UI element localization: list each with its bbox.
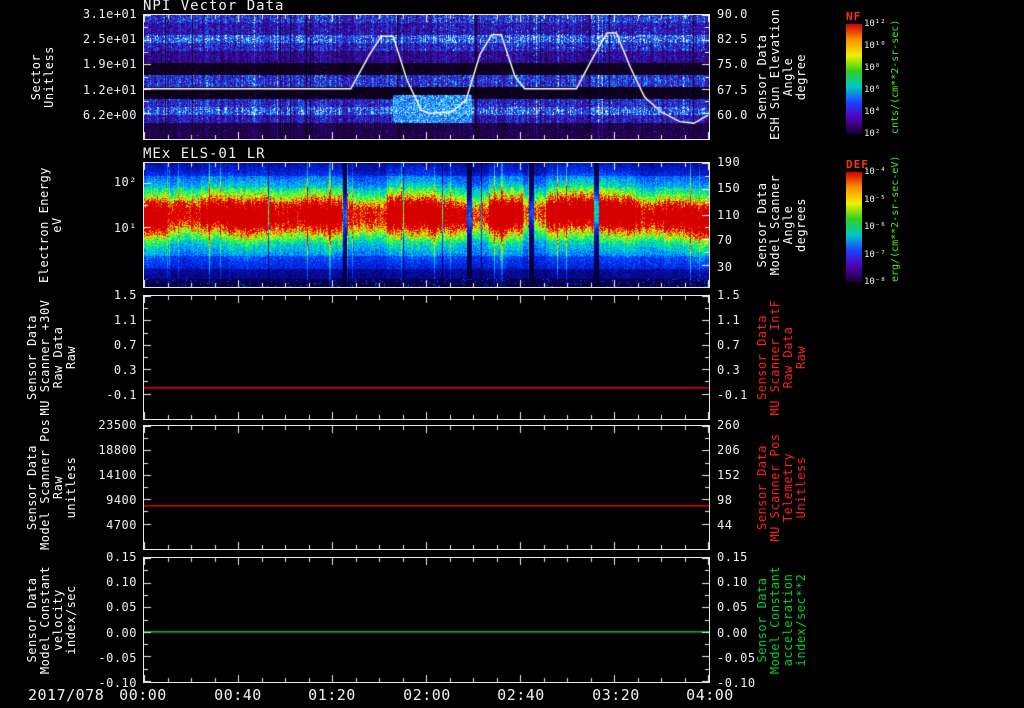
y-axis-title-right-p5: Sensor Data Model Constant acceleration ind… [755, 557, 808, 683]
colorbar-tick-label: 10⁻⁵ [864, 195, 886, 205]
y-tick-left-p3: 1.5 [113, 288, 137, 302]
colorbar-tick-label: 10¹² [864, 19, 886, 29]
y-tick-left-p3: 0.3 [113, 363, 137, 377]
figure: NPI Vector Data 3.1e+01 2.5e+01 1.9e+01 1.2e… [0, 0, 1024, 708]
y-tick-left-p5: 0.15 [106, 550, 137, 564]
y-tick-left-p4: 23500 [98, 418, 137, 432]
plot-canvas-2 [144, 163, 709, 287]
plot-canvas-5 [144, 558, 709, 682]
x-tick-label-5: 02:40 [497, 686, 545, 704]
y-tick-left-p1: 1.2e+01 [82, 83, 137, 97]
y-axis-title-right-p4: Sensor Data MU Scanner Pos Telemetry Unitle… [755, 425, 808, 550]
y-axis-title-left-p5: Sensor Data Model Constant velocity index/s… [25, 557, 78, 683]
colorbar-tick-label: 10² [864, 129, 881, 139]
x-tick-label-2: 00:40 [214, 686, 262, 704]
plot-canvas-3 [144, 296, 709, 419]
y-tick-left-p5: 0.00 [106, 626, 137, 640]
y-axis-title-left-p4-line-4: unitless [64, 456, 78, 519]
plot-area-1 [143, 14, 710, 140]
colorbar-tick-label: 10⁴ [864, 107, 881, 117]
colorbar-def [846, 172, 862, 282]
colorbar-tick-label: 10⁻⁴ [864, 167, 886, 177]
colorbar-title-nf: NF [846, 10, 862, 23]
y-tick-left-p5: 0.05 [106, 600, 137, 614]
y-tick-left-p5: -0.05 [98, 651, 137, 665]
y-tick-left-p4: 9400 [106, 493, 137, 507]
y-axis-title-right-p2-line-4: degrees [794, 197, 808, 253]
x-tick-label-4: 02:00 [403, 686, 451, 704]
y-tick-left-p5: 0.10 [106, 575, 137, 589]
y-tick-left-p4: 18800 [98, 443, 137, 457]
y-tick-left-p4: 4700 [106, 518, 137, 532]
y-axis-title-right-p1: Sensor Data ESH Sun Elevation Angle degree [755, 9, 808, 140]
y-tick-left-p1: 2.5e+01 [82, 32, 137, 46]
y-axis-title-right-p4-line-4: Unitless [794, 456, 808, 519]
panel-title-2: MEx ELS-01 LR [143, 146, 266, 162]
plot-area-5 [143, 557, 710, 683]
y-axis-title-left-p1: Sector Unitless [29, 14, 56, 140]
y-axis-title-left-p5-line-4: index/sec [64, 585, 78, 655]
y-axis-title-right-p3: Sensor Data MU Scanner IntF Raw Data Raw [755, 295, 808, 420]
colorbar-units-text: erg/(cm**2-sr-sec-eV) [890, 155, 901, 282]
colorbar-tick-label: 10⁻⁶ [864, 222, 886, 232]
colorbar-nf [846, 24, 862, 134]
x-tick-label-1: 00:00 [119, 686, 167, 704]
y-axis-title-right-p1-line-4: degree [794, 53, 808, 101]
colorbar-tick-label: 10⁻⁸ [864, 277, 886, 287]
plot-area-2 [143, 162, 710, 288]
colorbar-tick-label: 10¹⁰ [864, 41, 886, 51]
y-tick-left-p3: 1.1 [113, 313, 137, 327]
y-tick-left-p1: 1.9e+01 [82, 57, 137, 71]
colorbar-tick-label: 10⁶ [864, 85, 881, 95]
x-axis-date-label: 2017/078 [28, 686, 105, 704]
colorbar-units-text: cnts/(cm**2-sr-sec) [890, 19, 901, 134]
y-tick-left-p2: 10¹ [113, 221, 137, 235]
y-axis-title-left-p2-line-2: eV [50, 217, 64, 233]
y-axis-title-right-p5-line-4: index/sec**2 [794, 573, 808, 667]
y-axis-title-left-p3: Sensor Data MU Scanner +30V Raw Data Raw [25, 295, 78, 420]
y-axis-title-left-p4: Sensor Data Model Scanner Pos Raw unitless [25, 419, 78, 550]
plot-area-3 [143, 295, 710, 420]
y-tick-left-p1: 6.2e+00 [82, 108, 137, 122]
y-axis-title-left-p2: Electron Energy eV [37, 162, 64, 288]
plot-canvas-4 [144, 426, 709, 549]
y-tick-left-p3: -0.1 [106, 388, 137, 402]
plot-canvas-1 [144, 15, 709, 139]
panel-title-1: NPI Vector Data [143, 0, 285, 14]
y-tick-left-p1: 3.1e+01 [82, 7, 137, 21]
y-tick-left-p2: 10² [113, 175, 137, 189]
x-tick-label-7: 04:00 [686, 686, 734, 704]
y-tick-left-p4: 14100 [98, 468, 137, 482]
y-axis-title-left-p3-line-4: Raw [64, 345, 78, 370]
colorbar-units-def: erg/(cm**2-sr-sec-eV) [890, 155, 901, 282]
colorbar-tick-label: 10⁻⁷ [864, 250, 886, 260]
x-tick-label-3: 01:20 [308, 686, 356, 704]
y-axis-title-right-p2: Sensor Data Model Scanner Angle degrees [755, 162, 808, 288]
y-tick-left-p3: 0.7 [113, 338, 137, 352]
plot-area-4 [143, 425, 710, 550]
colorbar-tick-label: 10⁸ [864, 63, 881, 73]
y-axis-title-right-p3-line-4: Raw [794, 345, 808, 370]
colorbar-units-nf: cnts/(cm**2-sr-sec) [890, 19, 901, 134]
y-axis-title-left-p1-line-2: Unitless [42, 46, 56, 108]
x-tick-label-6: 03:20 [592, 686, 640, 704]
